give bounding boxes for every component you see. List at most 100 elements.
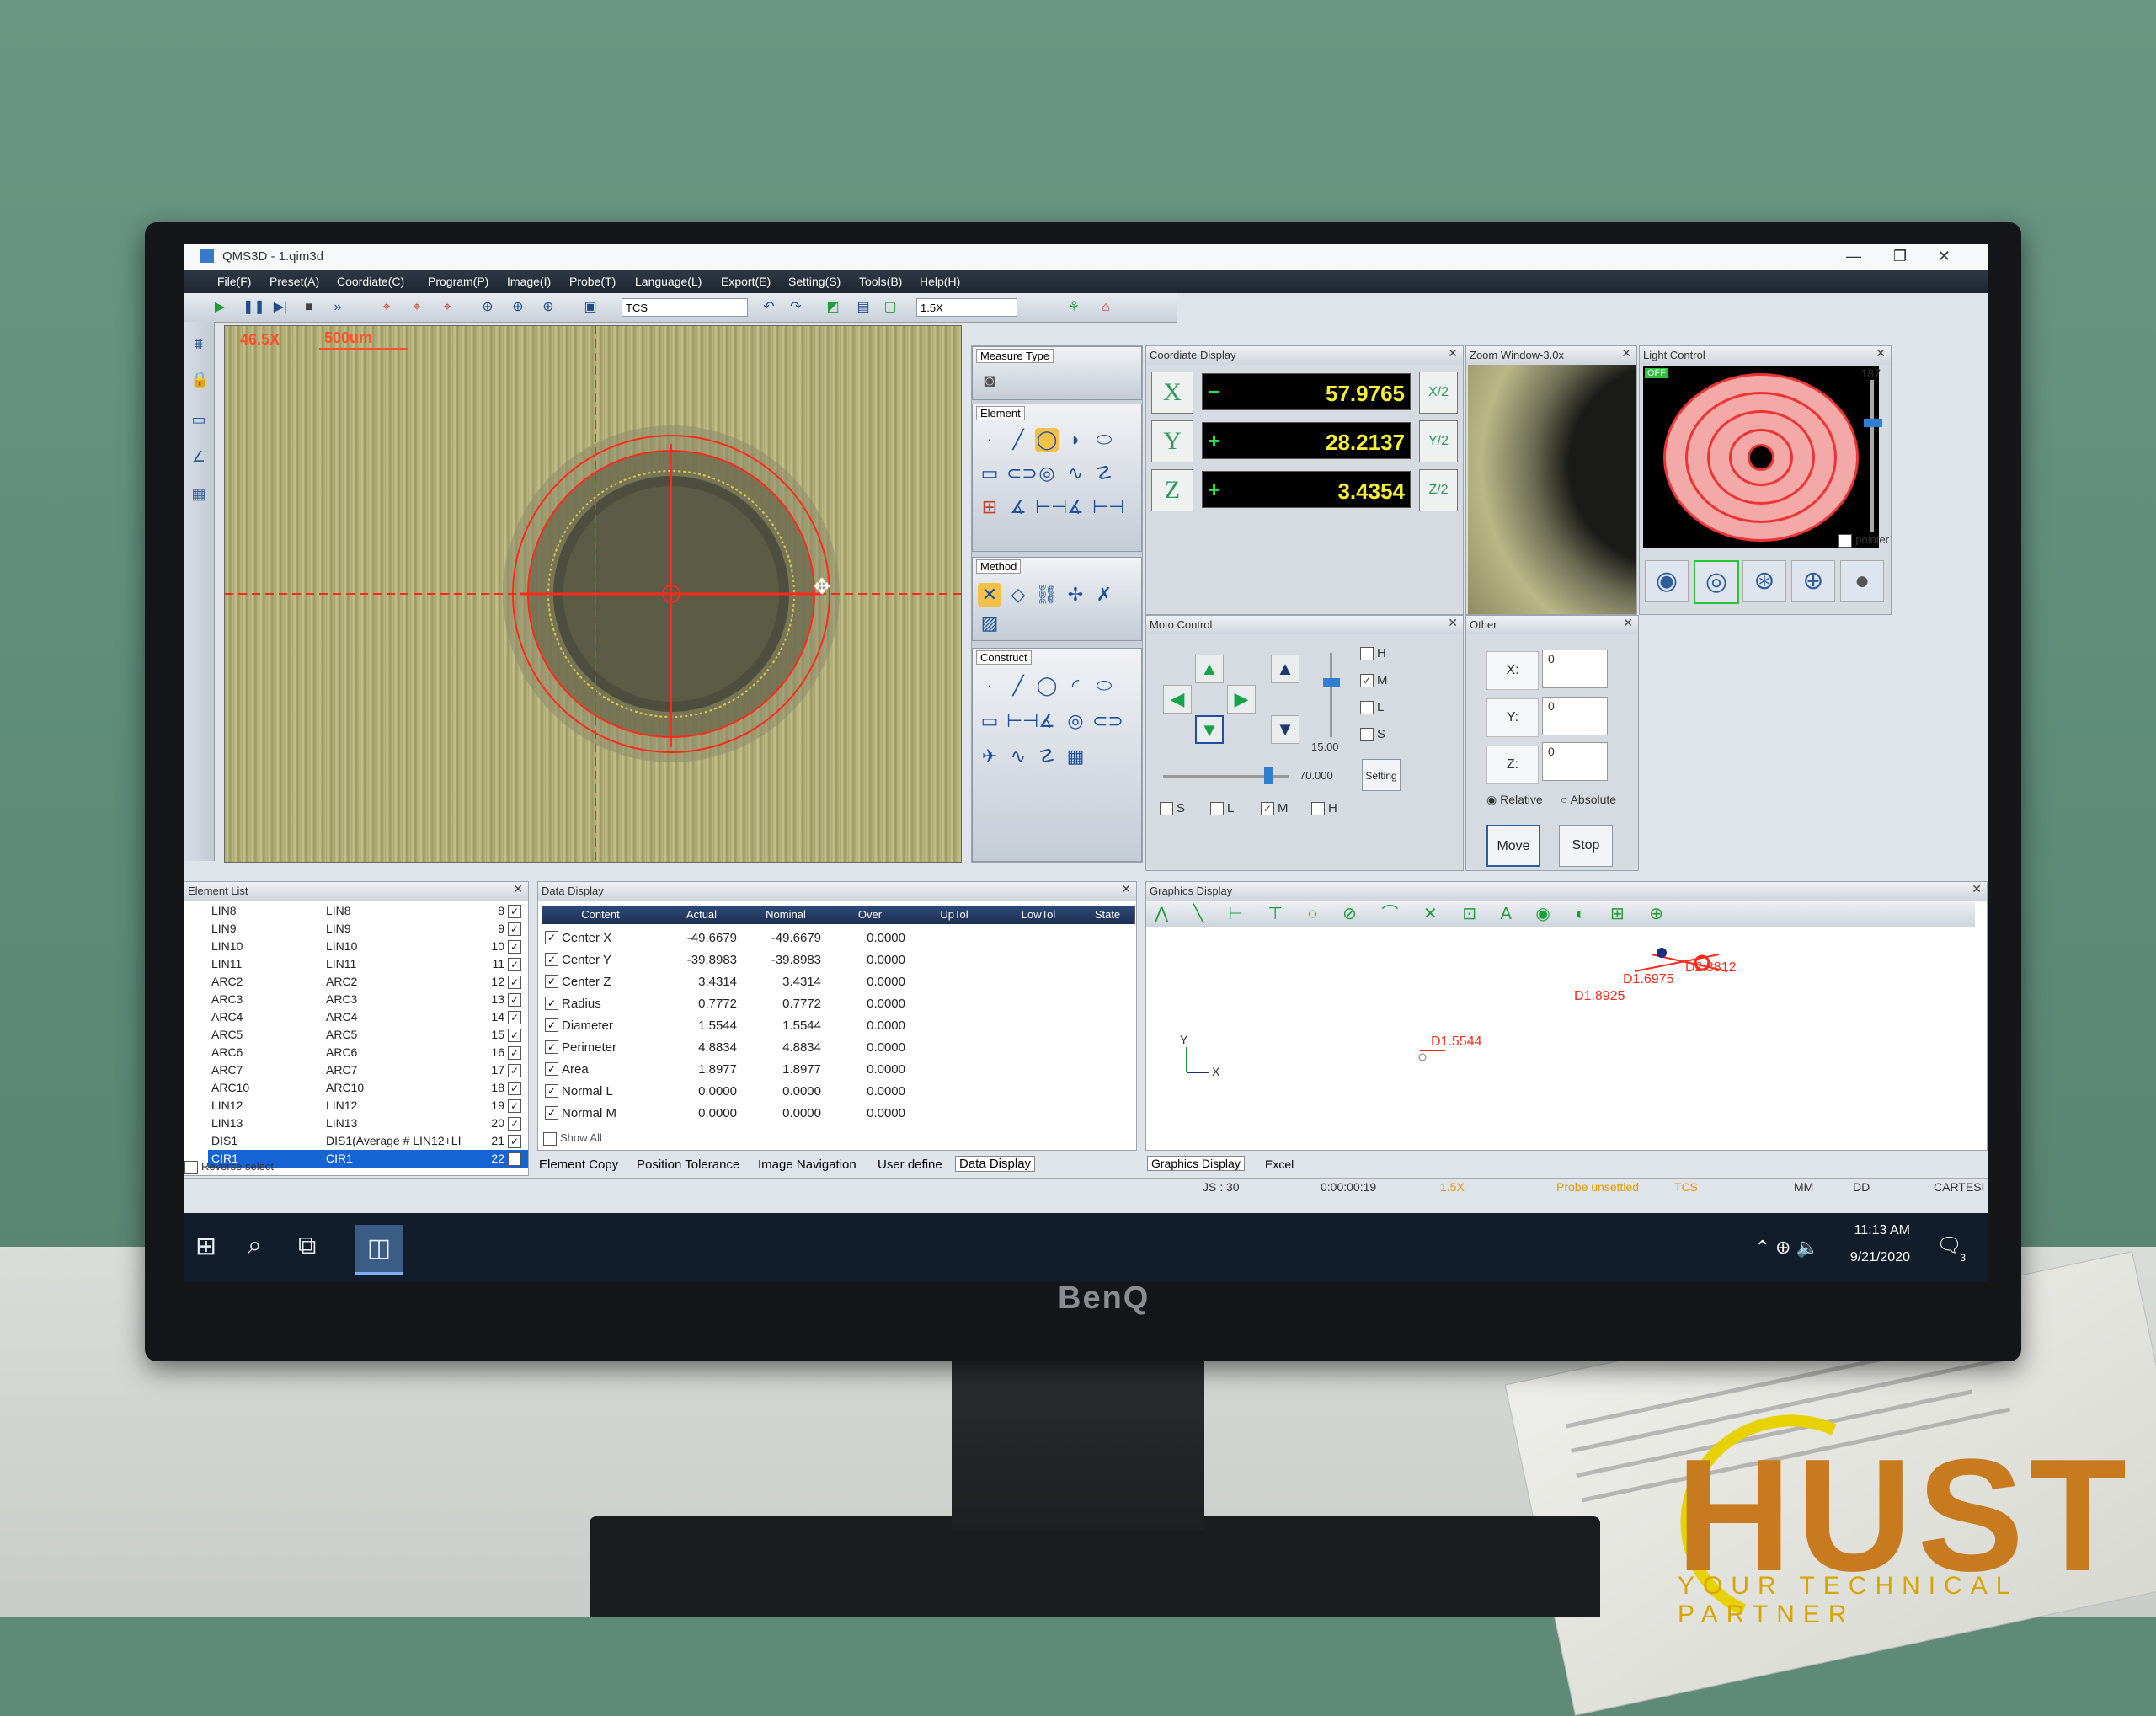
element-visible-checkbox[interactable]: ✓ — [508, 1029, 521, 1042]
move-down-icon[interactable]: ▼ — [1195, 715, 1224, 744]
row-checkbox[interactable]: ✓ — [545, 997, 558, 1010]
table-row[interactable]: ✓ Center X -49.6679 -49.6679 0.0000 — [542, 927, 1134, 948]
image-icon[interactable]: ▤ — [854, 298, 873, 317]
qms3d-taskbar-icon[interactable]: ◫ — [355, 1225, 403, 1275]
distance-icon[interactable]: ⊞ — [978, 495, 1001, 519]
height-icon[interactable]: ⊢⊣ — [1092, 495, 1124, 519]
construct-circle-icon[interactable]: ◯ — [1035, 674, 1059, 698]
list-item[interactable]: LIN8 LIN8 8 ✓ — [208, 902, 528, 921]
move-up-icon[interactable]: ▲ — [1195, 655, 1224, 683]
coordinate-rotate-icon[interactable]: ⊕ — [509, 298, 527, 317]
tab-graphics-display[interactable]: Graphics Display — [1147, 1156, 1245, 1171]
menu-preset[interactable]: Preset(A) — [270, 275, 319, 288]
menu-export[interactable]: Export(E) — [721, 275, 771, 288]
close-button[interactable]: ✕ — [1938, 248, 1951, 265]
column-header[interactable]: Actual — [659, 906, 744, 924]
move-left-icon[interactable]: ◀ — [1163, 685, 1192, 714]
z-half-button[interactable]: Z/2 — [1419, 469, 1458, 511]
graphics-toolbar[interactable]: ⋀ ╲ ⊢ ⊤ ○ ⊘ ⌒ ✕ ⊡ A ◉ ◐ ⊞ ⊕ — [1146, 901, 1975, 927]
reverse-select-checkbox[interactable]: Reverse select — [184, 1160, 528, 1177]
tab-image-navigation[interactable]: Image Navigation — [758, 1157, 857, 1172]
y-half-button[interactable]: Y/2 — [1419, 420, 1458, 462]
element-visible-checkbox[interactable]: ✓ — [508, 1082, 521, 1095]
light-preset-3-icon[interactable]: ⊛ — [1742, 560, 1786, 602]
element-visible-checkbox[interactable]: ✓ — [508, 1046, 521, 1060]
pointer-checkbox[interactable]: pointer — [1838, 533, 1889, 548]
rectangle-icon[interactable]: ▭ — [190, 411, 207, 428]
list-item[interactable]: LIN11 LIN11 11 ✓ — [208, 955, 528, 974]
camera-view[interactable]: ✥ 46.5X 500um — [224, 325, 962, 863]
restore-button[interactable]: ❐ — [1893, 248, 1907, 265]
column-header[interactable]: Nominal — [744, 906, 829, 924]
angle-element-icon[interactable]: ∡ — [1006, 495, 1030, 519]
row-checkbox[interactable]: ✓ — [545, 975, 558, 988]
other-x-input[interactable]: 0 — [1542, 650, 1608, 688]
table-row[interactable]: ✓ Radius 0.7772 0.7772 0.0000 — [542, 993, 1134, 1013]
step-icon[interactable]: ▶| — [271, 298, 290, 317]
arc-icon[interactable]: ◗ — [1064, 428, 1087, 452]
stage-icon[interactable]: ⩩ — [190, 335, 207, 352]
feed-slider[interactable] — [1163, 767, 1289, 784]
coordinate-origin-icon[interactable]: ⊕ — [478, 298, 497, 317]
construct-arc-icon[interactable]: ◜ — [1064, 674, 1087, 698]
other-y-input[interactable]: 0 — [1542, 697, 1608, 735]
tab-user-define[interactable]: User define — [878, 1157, 942, 1172]
check-s-right[interactable]: S — [1360, 727, 1385, 742]
tab-position-tolerance[interactable]: Position Tolerance — [637, 1157, 739, 1172]
other-z-input[interactable]: 0 — [1542, 742, 1608, 781]
tree-icon[interactable]: ⚘ — [1065, 298, 1083, 317]
slot-icon[interactable]: ⊂⊃ — [1006, 462, 1038, 485]
column-header[interactable]: State — [1081, 906, 1135, 924]
relative-radio[interactable]: ◉ Relative — [1486, 793, 1543, 807]
list-item[interactable]: LIN13 LIN13 20 ✓ — [208, 1115, 528, 1133]
construct-ring-icon[interactable]: ◎ — [1064, 709, 1087, 733]
tab-data-display[interactable]: Data Display — [955, 1156, 1036, 1172]
task-view-icon[interactable]: ⧉ — [298, 1232, 316, 1260]
zoom-window-close[interactable]: ✕ — [1621, 346, 1631, 361]
setting-button[interactable]: Setting — [1362, 759, 1401, 791]
light-slider-thumb[interactable] — [1864, 419, 1882, 427]
element-list-close[interactable]: ✕ — [513, 882, 523, 896]
windows-start-icon[interactable]: ⊞ — [195, 1232, 216, 1261]
diamond-icon[interactable]: ◇ — [1006, 583, 1030, 607]
construct-rect-icon[interactable]: ▭ — [978, 709, 1001, 733]
list-item[interactable]: LIN9 LIN9 9 ✓ — [208, 920, 528, 938]
frame-icon[interactable]: ▢ — [881, 298, 899, 317]
data-display-close[interactable]: ✕ — [1121, 882, 1131, 896]
table-row[interactable]: ✓ Area 1.8977 1.8977 0.0000 — [542, 1059, 1134, 1079]
light-preset-2-icon[interactable]: ◎ — [1694, 560, 1739, 604]
table-row[interactable]: ✓ Normal L 0.0000 0.0000 0.0000 — [542, 1081, 1134, 1101]
row-checkbox[interactable]: ✓ — [545, 1040, 558, 1054]
menu-file[interactable]: File(F) — [217, 275, 251, 288]
construct-ellipse-icon[interactable]: ⬭ — [1092, 674, 1116, 698]
menu-coordiate[interactable]: Coordiate(C) — [337, 275, 404, 288]
construct-curve-icon[interactable]: ∿ — [1006, 745, 1030, 768]
chain-icon[interactable]: ⛓ — [1035, 583, 1059, 607]
table-row[interactable]: ✓ Normal M 0.0000 0.0000 0.0000 — [542, 1103, 1134, 1123]
column-header[interactable]: Content — [542, 906, 660, 924]
construct-width-icon[interactable]: ⊢⊣ — [1006, 709, 1038, 733]
row-checkbox[interactable]: ✓ — [545, 1018, 558, 1032]
table-row[interactable]: ✓ Diameter 1.5544 1.5544 0.0000 — [542, 1015, 1134, 1035]
lock-icon[interactable]: 🔒 — [190, 371, 209, 388]
angle2-icon[interactable]: ∡ — [1064, 495, 1087, 519]
row-checkbox[interactable]: ✓ — [545, 1062, 558, 1076]
element-visible-checkbox[interactable]: ✓ — [508, 993, 521, 1007]
element-visible-checkbox[interactable]: ✓ — [508, 940, 521, 954]
light-slider[interactable] — [1862, 380, 1884, 532]
table-row[interactable]: ✓ Perimeter 4.8834 4.8834 0.0000 — [542, 1037, 1134, 1057]
list-item[interactable]: DIS1 DIS1(Average # LIN12+LI 21 ✓ — [208, 1132, 528, 1151]
check-h-bottom[interactable]: H — [1311, 801, 1337, 816]
stop-button[interactable]: Stop — [1559, 825, 1613, 867]
construct-plane-icon[interactable]: ✈ — [978, 745, 1001, 768]
row-checkbox[interactable]: ✓ — [545, 1106, 558, 1120]
element-visible-checkbox[interactable]: ✓ — [508, 958, 521, 971]
check-s-bottom[interactable]: S — [1160, 801, 1185, 816]
moto-control-close[interactable]: ✕ — [1448, 616, 1458, 630]
list-item[interactable]: ARC10 ARC10 18 ✓ — [208, 1079, 528, 1098]
element-visible-checkbox[interactable]: ✓ — [508, 922, 521, 936]
width-icon[interactable]: ⊢⊣ — [1035, 495, 1067, 519]
y-axis-button[interactable]: Y — [1151, 420, 1193, 462]
list-item[interactable]: ARC3 ARC3 13 ✓ — [208, 991, 528, 1009]
check-m-right[interactable]: ✓ M — [1360, 673, 1388, 688]
